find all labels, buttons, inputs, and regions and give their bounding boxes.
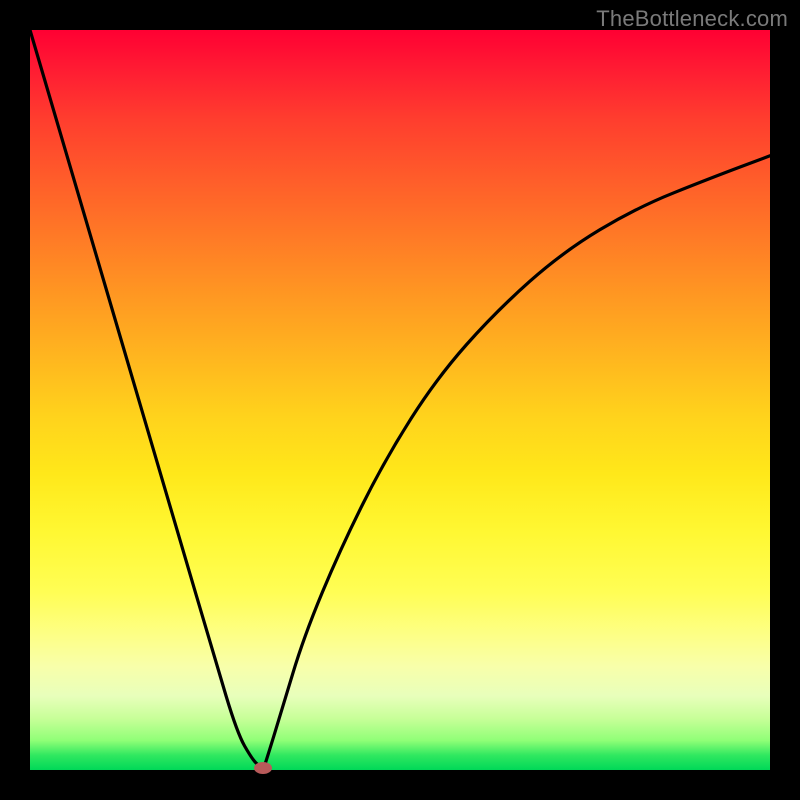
minimum-marker bbox=[254, 762, 272, 774]
bottleneck-curve bbox=[30, 30, 770, 769]
chart-frame: TheBottleneck.com bbox=[0, 0, 800, 800]
plot-area bbox=[30, 30, 770, 770]
watermark-text: TheBottleneck.com bbox=[596, 6, 788, 32]
curve-svg bbox=[30, 30, 770, 770]
